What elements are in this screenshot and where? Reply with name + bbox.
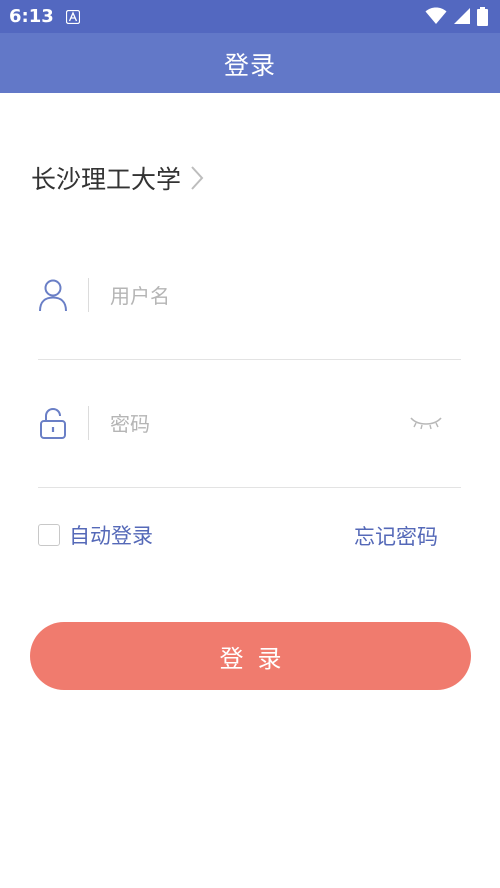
school-name: 长沙理工大学: [31, 165, 182, 194]
password-underline: [38, 487, 461, 488]
wifi-icon: [425, 7, 447, 24]
user-icon: [39, 279, 67, 312]
page-title: 登录: [223, 51, 276, 80]
login-options: 自动登录 忘记密码: [38, 520, 461, 552]
username-input[interactable]: [110, 280, 400, 312]
password-input[interactable]: [110, 408, 400, 440]
app-bar: 登录: [0, 33, 500, 93]
auto-login-checkbox[interactable]: [38, 524, 60, 546]
password-field: [38, 394, 461, 454]
login-button[interactable]: 登录: [30, 622, 471, 690]
cellular-signal-icon: [454, 8, 470, 24]
username-divider: [88, 278, 89, 312]
battery-icon: [477, 6, 488, 26]
password-divider: [88, 406, 89, 440]
username-underline: [38, 359, 461, 360]
status-icons: [425, 6, 488, 26]
username-field: [38, 266, 461, 326]
eye-closed-icon[interactable]: [409, 414, 443, 432]
status-time: 6:13: [9, 6, 54, 27]
lock-icon: [40, 407, 66, 439]
school-selector[interactable]: 长沙理工大学: [31, 158, 205, 198]
forgot-password-link[interactable]: 忘记密码: [354, 521, 438, 551]
status-bar: 6:13: [0, 0, 500, 33]
notification-app-icon: [66, 10, 80, 24]
chevron-right-icon: [191, 166, 204, 190]
auto-login-toggle[interactable]: 自动登录: [38, 520, 153, 550]
auto-login-label: 自动登录: [69, 524, 153, 548]
